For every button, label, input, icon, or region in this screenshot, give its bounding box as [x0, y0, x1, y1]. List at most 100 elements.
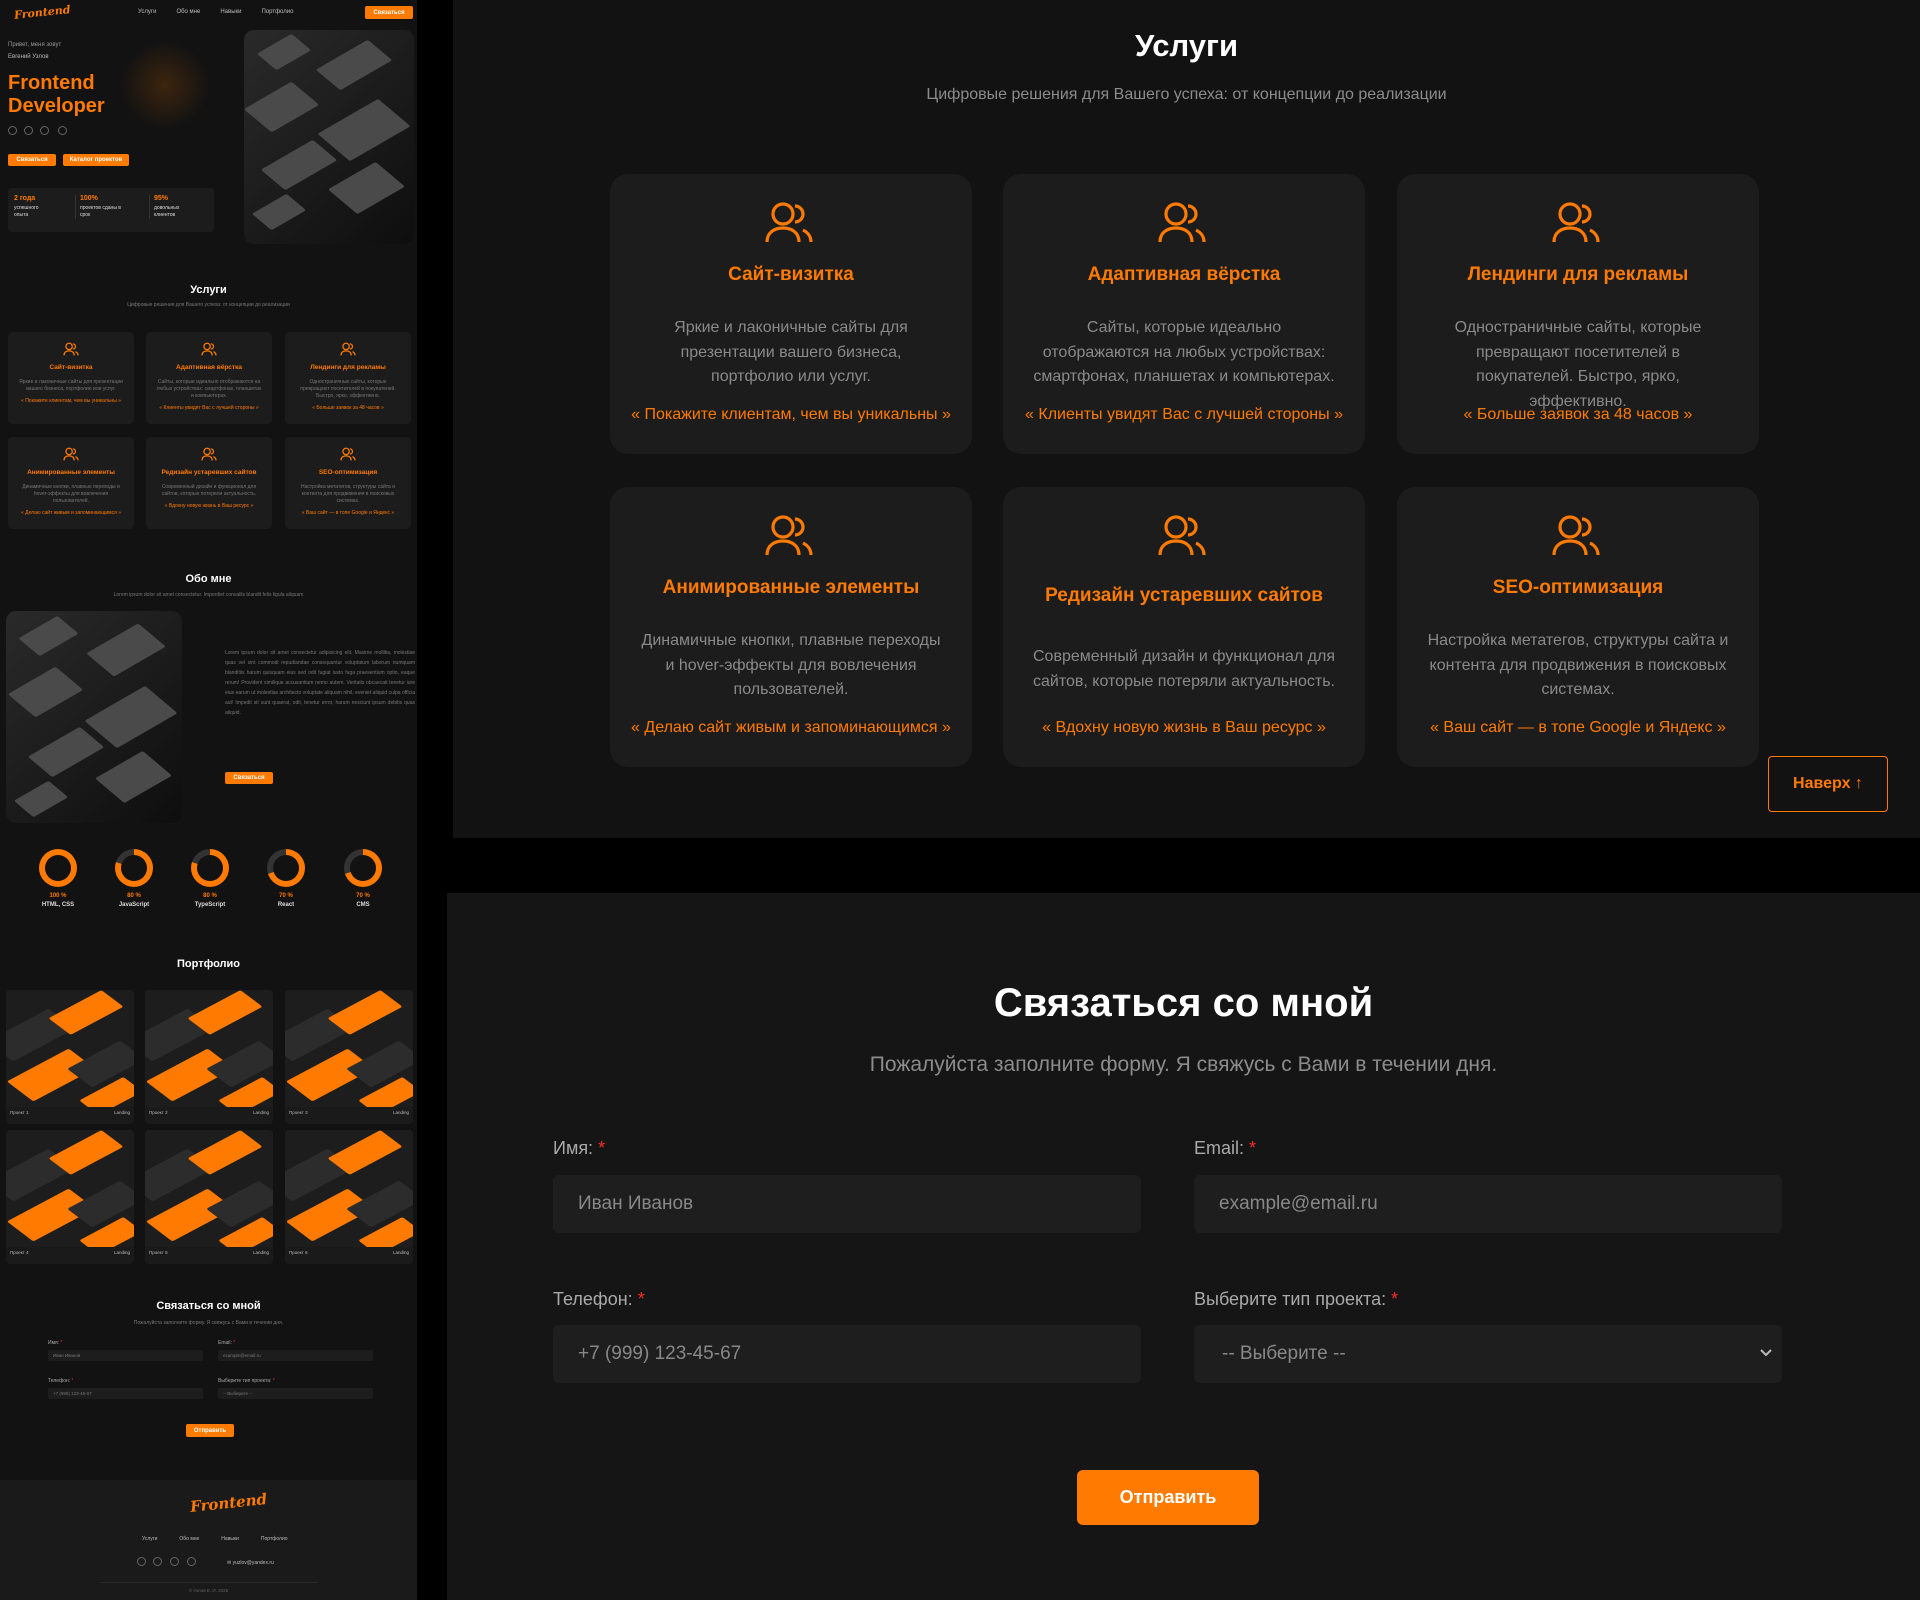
skill-item: 70 % CMS	[333, 849, 393, 908]
service-title: Адаптивная вёрстка	[1087, 264, 1281, 285]
services-subtitle: Цифровые решения для Вашего успеха: от к…	[926, 86, 1447, 103]
portfolio-card[interactable]: Проект 6 Landing	[285, 1130, 413, 1264]
footer-vk-icon[interactable]	[170, 1557, 179, 1566]
stat-projects: 100% проектов сданы в срок	[75, 195, 121, 219]
hero-glow	[120, 40, 210, 130]
users-icon	[340, 447, 356, 461]
service-mini-card: Сайт-визитка Яркие и лаконичные сайты для…	[8, 332, 134, 424]
footer-github-icon[interactable]	[137, 1557, 146, 1566]
footer-link-portfolio[interactable]: Портфолио	[261, 1536, 288, 1542]
footer: Frontend Услуги Обо мне Навыки Портфолио…	[0, 1480, 417, 1600]
service-quote: « Ваш сайт — в топе Google и Яндекс »	[1430, 719, 1726, 736]
services-mini-subtitle: Цифровые решения для Вашего успеха: от к…	[127, 302, 290, 308]
email-input[interactable]: example@email.ru	[1194, 1175, 1782, 1233]
service-card[interactable]: SEO-оптимизация Настройка метатегов, стр…	[1397, 487, 1759, 767]
stat-clients: 95% довольных клиентов	[149, 195, 179, 219]
service-desc: Сайты, которые идеально отображаются на …	[1033, 319, 1335, 385]
name-label: Имя: *	[553, 1138, 606, 1158]
nav-link-about[interactable]: Обо мне	[176, 9, 200, 15]
telegram-icon[interactable]	[24, 126, 33, 135]
email-label: Email: *	[1194, 1138, 1257, 1158]
services-mini-title: Услуги	[190, 284, 227, 296]
footer-link-skills[interactable]: Навыки	[221, 1536, 239, 1542]
users-icon	[63, 342, 79, 356]
mini-name-input[interactable]: Иван Иванов	[48, 1350, 203, 1361]
service-card[interactable]: Анимированные элементы Динамичные кнопки…	[610, 487, 972, 767]
skill-item: 100 % HTML, CSS	[28, 849, 88, 908]
back-to-top-button[interactable]: Наверх ↑	[1768, 756, 1888, 812]
nav-contact-button[interactable]: Связаться	[365, 6, 413, 19]
nav-link-skills[interactable]: Навыки	[220, 9, 241, 15]
contact-title: Связаться со мной	[993, 981, 1374, 1025]
vk-icon[interactable]	[40, 126, 49, 135]
users-icon	[201, 342, 217, 356]
about-contact-button[interactable]: Связаться	[225, 772, 273, 784]
hero-name: Евгений Узлов	[8, 54, 49, 60]
nav-link-services[interactable]: Услуги	[138, 9, 156, 15]
mini-phone-label: Телефон: *	[48, 1378, 74, 1384]
service-quote: « Больше заявок за 48 часов »	[1463, 406, 1693, 423]
service-card[interactable]: Адаптивная вёрстка Сайты, которые идеаль…	[1003, 174, 1365, 454]
mini-submit-button[interactable]: Отправить	[186, 1424, 234, 1437]
mini-email-label: Email: *	[218, 1340, 236, 1346]
project-type-select[interactable]: -- Выберите --	[1194, 1325, 1782, 1383]
portfolio-card[interactable]: Проект 5 Landing	[145, 1130, 273, 1264]
footer-link-services[interactable]: Услуги	[142, 1536, 157, 1542]
phone-label: Телефон: *	[553, 1289, 645, 1309]
mini-type-select[interactable]: -- Выберите --	[218, 1388, 373, 1399]
users-icon	[1552, 515, 1600, 556]
portfolio-card[interactable]: Проект 2 Landing	[145, 990, 273, 1124]
mini-email-input[interactable]: example@email.ru	[218, 1350, 373, 1361]
mini-phone-input[interactable]: +7 (999) 123-45-67	[48, 1388, 203, 1399]
hero-stats: 2 года успешного опыта 100% проектов сданы …	[8, 188, 214, 232]
users-icon	[1552, 202, 1600, 243]
footer-email[interactable]: ✉ yuzlov@yandex.ru	[227, 1560, 274, 1566]
services-section: Услуги Цифровые решения для Вашего успех…	[453, 0, 1920, 838]
users-icon	[1158, 515, 1206, 556]
footer-telegram-icon[interactable]	[153, 1557, 162, 1566]
footer-copyright: © Узлов Е. И. 2025	[188, 1588, 229, 1593]
hero-greeting: Привет, меня зовут	[8, 42, 62, 48]
hero-title-line2: Developer	[8, 95, 105, 117]
submit-button[interactable]: Отправить	[1077, 1470, 1259, 1525]
hero-projects-button[interactable]: Каталог проектов	[63, 154, 129, 166]
service-desc: Динамичные кнопки, плавные переходы и ho…	[641, 632, 941, 698]
footer-link-about[interactable]: Обо мне	[179, 1536, 199, 1542]
project-type-label: Выберите тип проекта: *	[1194, 1289, 1399, 1309]
service-quote: « Клиенты увидят Вас с лучшей стороны »	[1025, 406, 1343, 423]
hero-contact-button[interactable]: Связаться	[8, 154, 56, 166]
about-title: Обо мне	[185, 573, 232, 585]
skill-item: 80 % JavaScript	[104, 849, 164, 908]
service-mini-card: Адаптивная вёрстка Сайты, которые идеальн…	[146, 332, 272, 424]
service-desc: Яркие и лаконичные сайты для презентации…	[674, 319, 908, 385]
skill-ring	[39, 849, 77, 887]
logo[interactable]: Frontend	[13, 3, 71, 22]
skill-ring	[344, 849, 382, 887]
portfolio-card[interactable]: Проект 3 Landing	[285, 990, 413, 1124]
skill-item: 80 % TypeScript	[180, 849, 240, 908]
service-mini-card: Анимированные элементы Динамичные кнопки,…	[8, 437, 134, 529]
about-mockup-image	[6, 611, 182, 823]
users-icon	[765, 515, 813, 556]
nav-link-portfolio[interactable]: Портфолио	[262, 9, 294, 15]
service-title: Редизайн устаревших сайтов	[1045, 585, 1323, 606]
users-icon	[765, 202, 813, 243]
service-quote: « Вдохну новую жизнь в Ваш ресурс »	[1042, 719, 1326, 736]
service-card[interactable]: Лендинги для рекламы Одностраничные сайт…	[1397, 174, 1759, 454]
portfolio-card[interactable]: Проект 1 Landing	[6, 990, 134, 1124]
mail-icon[interactable]	[58, 126, 67, 135]
mini-type-label: Выберите тип проекта: *	[218, 1378, 275, 1384]
service-card[interactable]: Редизайн устаревших сайтов Современный д…	[1003, 487, 1365, 767]
footer-logo[interactable]: Frontend	[189, 1490, 268, 1516]
service-card[interactable]: Сайт-визитка Яркие и лаконичные сайты дл…	[610, 174, 972, 454]
contact-mini-title: Связаться со мной	[156, 1300, 261, 1312]
phone-input[interactable]: +7 (999) 123-45-67	[553, 1325, 1141, 1383]
full-page-preview: Frontend Услуги Обо мне Навыки Портфолио…	[0, 0, 417, 1600]
service-mini-card: SEO-оптимизация Настройка метатегов, стру…	[285, 437, 411, 529]
name-input[interactable]: Иван Иванов	[553, 1175, 1141, 1233]
footer-mail-icon[interactable]	[187, 1557, 196, 1566]
service-desc: Современный дизайн и функционал для сайт…	[1033, 648, 1335, 690]
users-icon	[63, 447, 79, 461]
portfolio-card[interactable]: Проект 4 Landing	[6, 1130, 134, 1264]
github-icon[interactable]	[8, 126, 17, 135]
